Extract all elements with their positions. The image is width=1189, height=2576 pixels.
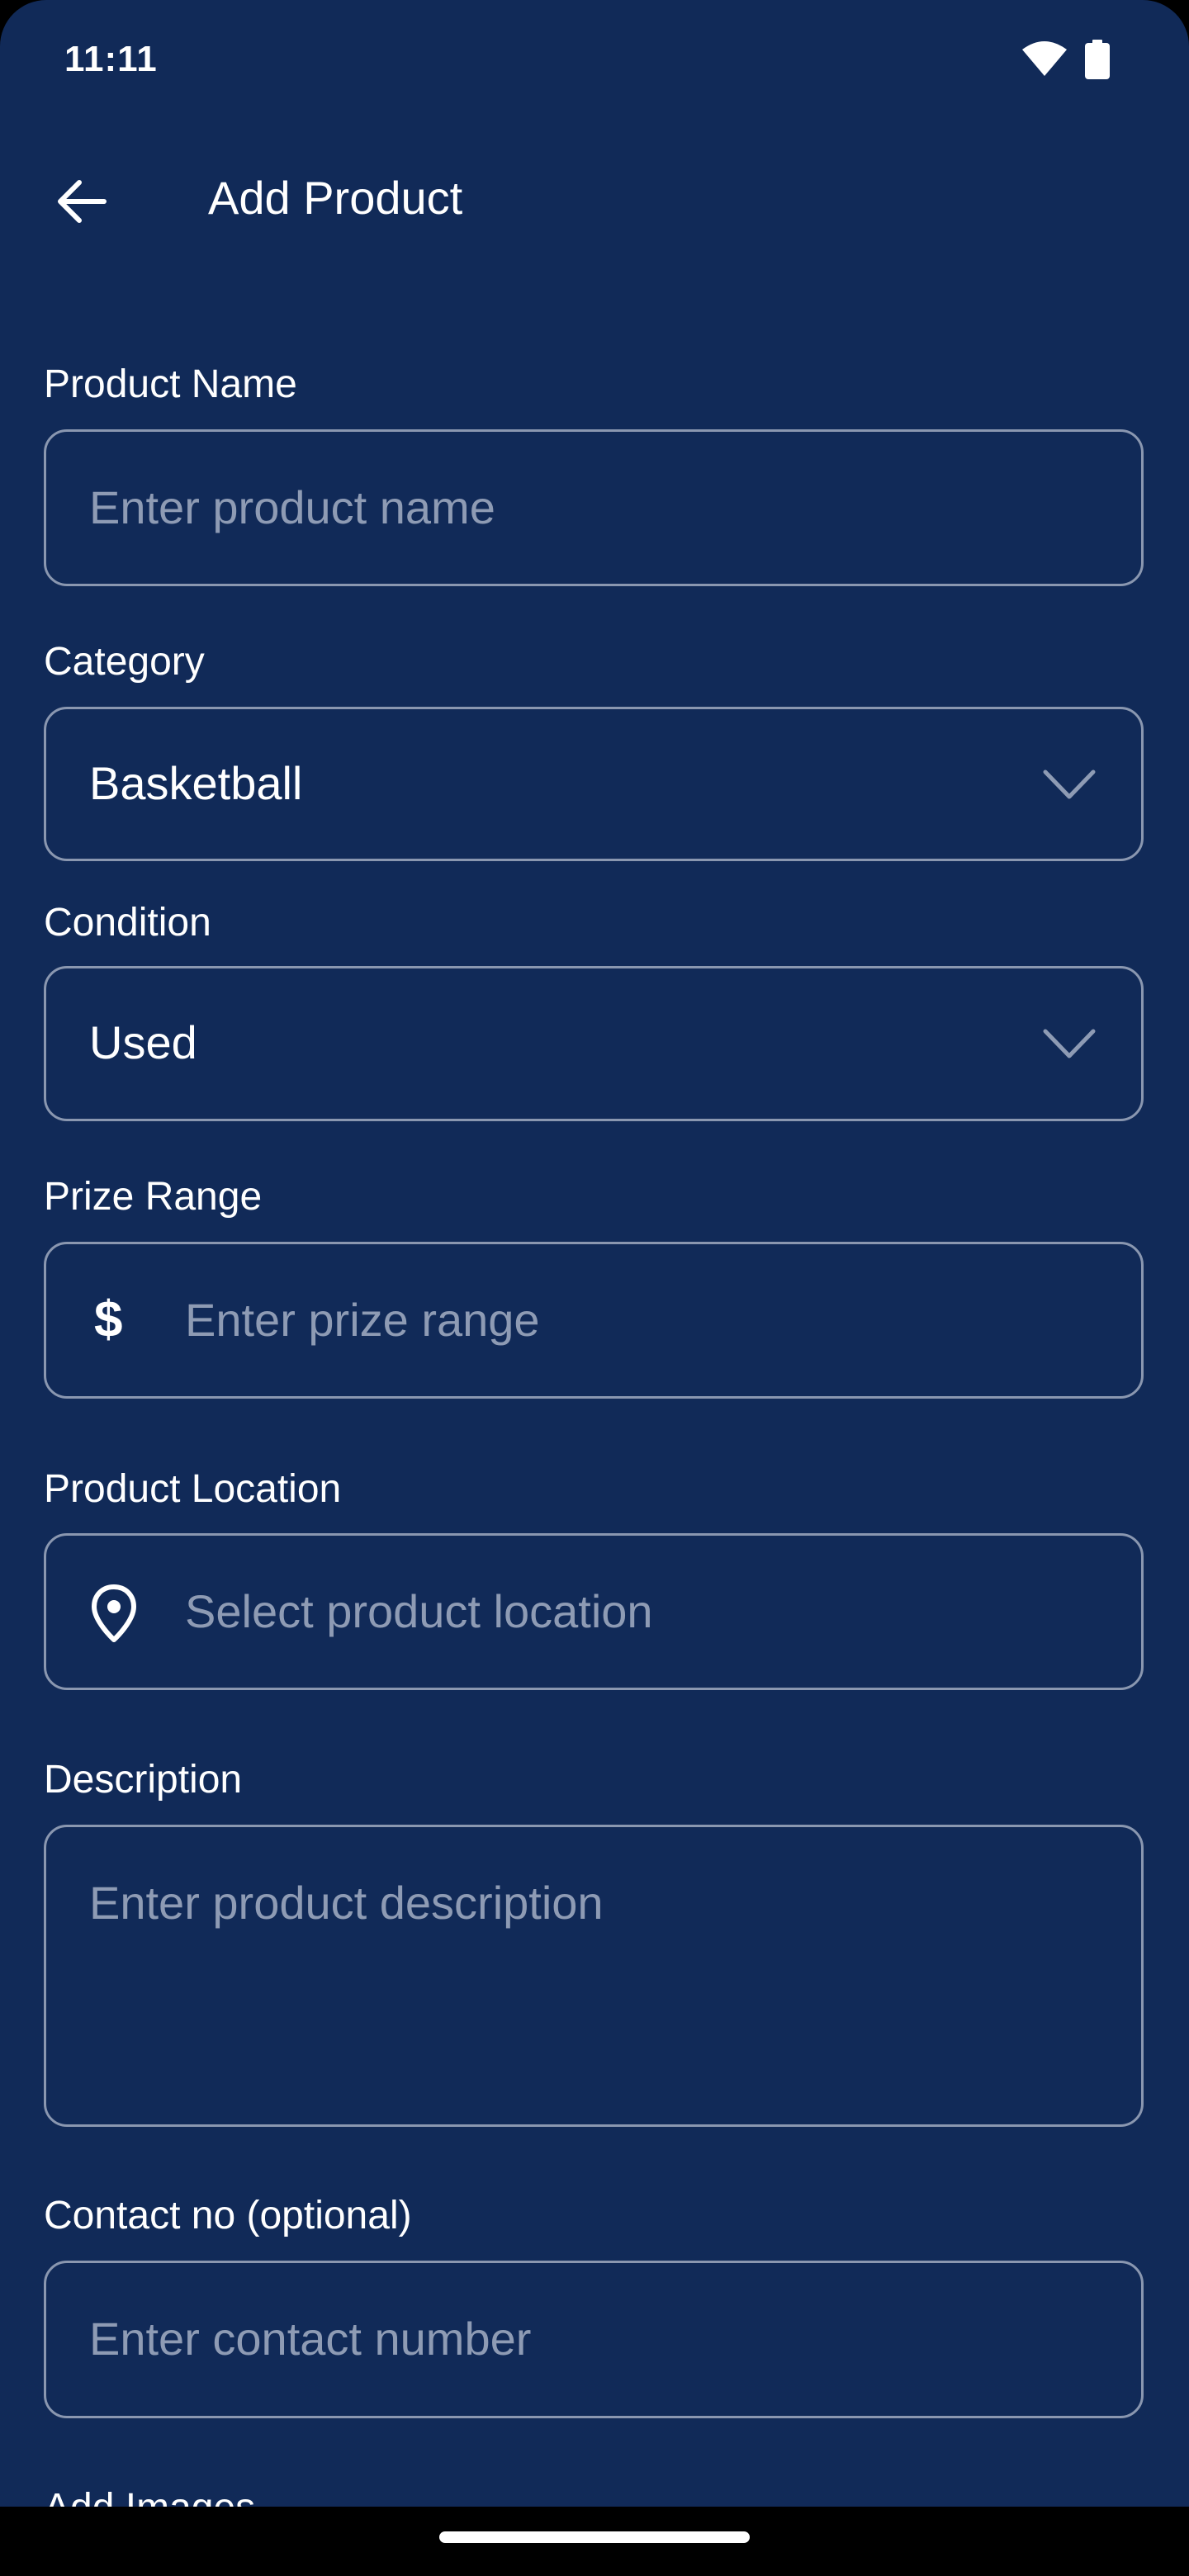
contact-no-label: Contact no (optional) — [44, 2194, 412, 2237]
condition-label: Condition — [44, 901, 211, 945]
prize-range-input[interactable]: $ Enter prize range — [44, 1242, 1144, 1399]
battery-icon — [1085, 40, 1110, 79]
category-dropdown[interactable]: Basketball — [44, 707, 1144, 861]
screen: 11:11 Add Product Product Name Enter pro… — [0, 0, 1189, 2576]
navigation-bar — [0, 2507, 1189, 2576]
app-bar: Add Product — [0, 140, 1189, 256]
product-name-label: Product Name — [44, 362, 297, 406]
contact-no-input[interactable]: Enter contact number — [44, 2261, 1144, 2418]
wifi-icon — [1022, 41, 1067, 76]
description-textarea[interactable]: Enter product description — [44, 1825, 1144, 2127]
back-button[interactable] — [40, 160, 122, 243]
condition-dropdown[interactable]: Used — [44, 966, 1144, 1121]
add-images-label: Add Images — [44, 2484, 255, 2507]
arrow-left-icon — [58, 180, 107, 223]
chevron-down-icon — [1043, 769, 1096, 799]
chevron-down-icon — [1043, 1029, 1096, 1058]
product-name-input[interactable]: Enter product name — [44, 429, 1144, 586]
product-location-input[interactable]: Select product location — [44, 1533, 1144, 1690]
home-indicator[interactable] — [439, 2531, 750, 2543]
page-title: Add Product — [208, 172, 463, 224]
location-pin-icon — [92, 1584, 136, 1642]
status-time: 11:11 — [64, 39, 158, 79]
add-product-screen: 11:11 Add Product Product Name Enter pro… — [0, 0, 1189, 2507]
category-label: Category — [44, 640, 205, 684]
dollar-icon: $ — [94, 1291, 123, 1348]
condition-selected-value: Used — [89, 1016, 197, 1068]
status-bar: 11:11 — [0, 0, 1189, 116]
description-placeholder: Enter product description — [89, 1877, 604, 1929]
category-selected-value: Basketball — [89, 757, 303, 809]
prize-range-placeholder: Enter prize range — [185, 1294, 540, 1346]
description-label: Description — [44, 1758, 243, 1802]
product-name-placeholder: Enter product name — [89, 481, 495, 533]
contact-no-placeholder: Enter contact number — [89, 2313, 532, 2365]
prize-range-label: Prize Range — [44, 1175, 263, 1219]
product-location-label: Product Location — [44, 1467, 342, 1511]
product-location-placeholder: Select product location — [185, 1585, 653, 1637]
